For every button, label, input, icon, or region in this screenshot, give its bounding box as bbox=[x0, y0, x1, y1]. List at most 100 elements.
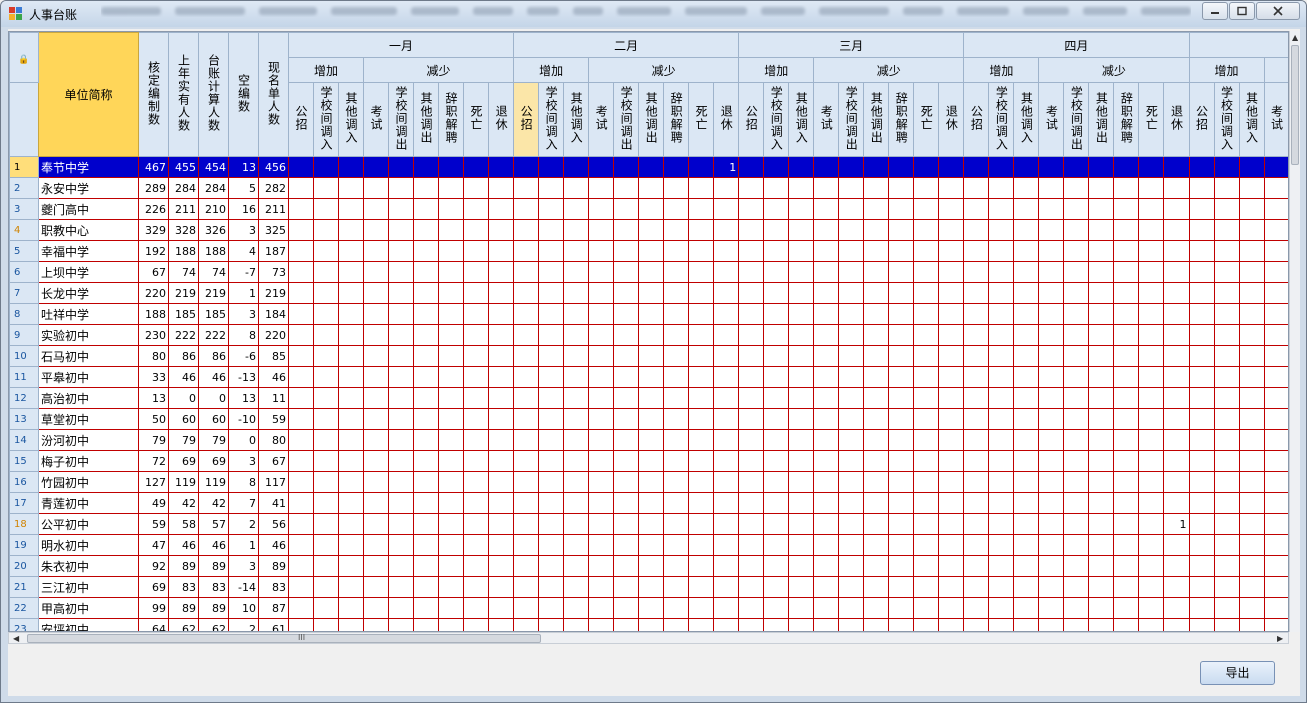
cell-month-entry[interactable] bbox=[963, 156, 990, 178]
cell-month-entry[interactable] bbox=[338, 450, 364, 472]
cell-month-entry[interactable] bbox=[463, 618, 489, 631]
cell-month-entry[interactable] bbox=[487, 408, 515, 430]
cell-month-entry[interactable] bbox=[313, 492, 339, 514]
cell-month-entry[interactable] bbox=[838, 198, 865, 220]
row-number[interactable]: 4 bbox=[9, 219, 39, 241]
cell-month-entry[interactable] bbox=[563, 471, 590, 493]
cell-month-entry[interactable] bbox=[813, 597, 840, 619]
cell-unit-name[interactable]: 明水初中 bbox=[38, 534, 139, 556]
cell-month-entry[interactable] bbox=[1238, 513, 1265, 535]
cell-month-entry[interactable] bbox=[638, 366, 665, 388]
cell-month-entry[interactable] bbox=[1088, 177, 1115, 199]
cell-month-entry[interactable] bbox=[788, 597, 815, 619]
cell-value[interactable]: 188 bbox=[198, 240, 229, 262]
cell-month-entry[interactable] bbox=[1213, 177, 1240, 199]
cell-month-entry[interactable] bbox=[963, 597, 990, 619]
cell-month-entry[interactable] bbox=[338, 219, 364, 241]
cell-month-entry[interactable] bbox=[313, 366, 339, 388]
cell-month-entry[interactable] bbox=[788, 324, 815, 346]
cell-month-entry[interactable] bbox=[413, 408, 439, 430]
cell-month-entry[interactable] bbox=[988, 177, 1015, 199]
cell-month-entry[interactable] bbox=[963, 471, 990, 493]
cell-month-entry[interactable] bbox=[863, 261, 890, 283]
cell-month-entry[interactable] bbox=[313, 282, 339, 304]
cell-month-entry[interactable] bbox=[1238, 597, 1265, 619]
cell-month-entry[interactable] bbox=[438, 198, 464, 220]
cell-unit-name[interactable]: 梅子初中 bbox=[38, 450, 139, 472]
cell-month-entry[interactable] bbox=[1238, 429, 1265, 451]
cell-month-entry[interactable] bbox=[1213, 492, 1240, 514]
cell-value[interactable]: 83 bbox=[198, 576, 229, 598]
cell-month-entry[interactable] bbox=[313, 303, 339, 325]
column-header-4-1[interactable]: 学校间调入 bbox=[1213, 82, 1240, 157]
cell-value[interactable]: 92 bbox=[138, 555, 169, 577]
cell-month-entry[interactable] bbox=[988, 345, 1015, 367]
cell-month-entry[interactable] bbox=[363, 366, 389, 388]
cell-month-entry[interactable] bbox=[1213, 429, 1240, 451]
cell-month-entry[interactable] bbox=[863, 156, 890, 178]
cell-month-entry[interactable] bbox=[363, 492, 389, 514]
cell-month-entry[interactable] bbox=[538, 471, 565, 493]
cell-month-entry[interactable] bbox=[1113, 450, 1140, 472]
cell-value[interactable]: 42 bbox=[198, 492, 229, 514]
cell-month-entry[interactable] bbox=[613, 576, 640, 598]
cell-month-entry[interactable] bbox=[963, 492, 990, 514]
cell-month-entry[interactable] bbox=[863, 597, 890, 619]
cell-month-entry[interactable] bbox=[313, 618, 339, 631]
cell-month-entry[interactable] bbox=[1113, 492, 1140, 514]
cell-value[interactable]: 5 bbox=[228, 177, 259, 199]
cell-month-entry[interactable] bbox=[388, 492, 414, 514]
cell-month-entry[interactable] bbox=[1063, 240, 1090, 262]
cell-month-entry[interactable] bbox=[1238, 198, 1265, 220]
cell-month-entry[interactable] bbox=[563, 534, 590, 556]
cell-month-entry[interactable] bbox=[463, 513, 489, 535]
cell-unit-name[interactable]: 夔门高中 bbox=[38, 198, 139, 220]
cell-month-entry[interactable] bbox=[538, 597, 565, 619]
cell-month-entry[interactable] bbox=[988, 324, 1015, 346]
cell-month-entry[interactable] bbox=[513, 324, 540, 346]
cell-month-entry[interactable] bbox=[838, 597, 865, 619]
cell-month-entry[interactable] bbox=[863, 555, 890, 577]
cell-month-entry[interactable] bbox=[613, 177, 640, 199]
cell-month-entry[interactable] bbox=[638, 261, 665, 283]
cell-month-entry[interactable] bbox=[513, 198, 540, 220]
column-header-2-7[interactable]: 死亡 bbox=[913, 82, 940, 157]
cell-month-entry[interactable] bbox=[487, 324, 515, 346]
cell-month-entry[interactable] bbox=[313, 471, 339, 493]
cell-month-entry[interactable] bbox=[963, 177, 990, 199]
cell-month-entry[interactable] bbox=[863, 534, 890, 556]
cell-month-entry[interactable] bbox=[487, 576, 515, 598]
column-header-1-0[interactable]: 公招 bbox=[513, 82, 540, 157]
scroll-right-icon[interactable]: ▶ bbox=[1277, 634, 1283, 643]
cell-month-entry[interactable] bbox=[913, 513, 940, 535]
cell-value[interactable]: 58 bbox=[168, 513, 199, 535]
cell-month-entry[interactable] bbox=[588, 576, 615, 598]
cell-month-entry[interactable] bbox=[438, 534, 464, 556]
cell-month-entry[interactable] bbox=[838, 408, 865, 430]
cell-month-entry[interactable] bbox=[338, 597, 364, 619]
cell-month-entry[interactable] bbox=[363, 408, 389, 430]
cell-month-entry[interactable] bbox=[713, 576, 740, 598]
cell-value[interactable]: 89 bbox=[168, 555, 199, 577]
cell-unit-name[interactable]: 职教中心 bbox=[38, 219, 139, 241]
cell-month-entry[interactable] bbox=[588, 471, 615, 493]
cell-month-entry[interactable] bbox=[538, 576, 565, 598]
cell-month-entry[interactable] bbox=[338, 555, 364, 577]
cell-month-entry[interactable] bbox=[1038, 282, 1065, 304]
cell-month-entry[interactable] bbox=[613, 450, 640, 472]
cell-month-entry[interactable] bbox=[363, 513, 389, 535]
cell-month-entry[interactable] bbox=[1038, 408, 1065, 430]
cell-month-entry[interactable] bbox=[663, 345, 690, 367]
table-row[interactable]: 7 长龙中学 220 219 219 1 219 bbox=[9, 282, 1288, 304]
cell-month-entry[interactable] bbox=[613, 240, 640, 262]
cell-month-entry[interactable] bbox=[1138, 282, 1165, 304]
cell-month-entry[interactable] bbox=[1188, 156, 1215, 178]
cell-month-entry[interactable] bbox=[1163, 156, 1190, 178]
cell-month-entry[interactable] bbox=[363, 282, 389, 304]
cell-month-entry[interactable] bbox=[1138, 177, 1165, 199]
cell-month-entry[interactable] bbox=[438, 387, 464, 409]
cell-month-entry[interactable] bbox=[1213, 471, 1240, 493]
cell-month-entry[interactable] bbox=[1188, 408, 1215, 430]
cell-month-entry[interactable] bbox=[513, 513, 540, 535]
cell-month-entry[interactable] bbox=[1038, 324, 1065, 346]
